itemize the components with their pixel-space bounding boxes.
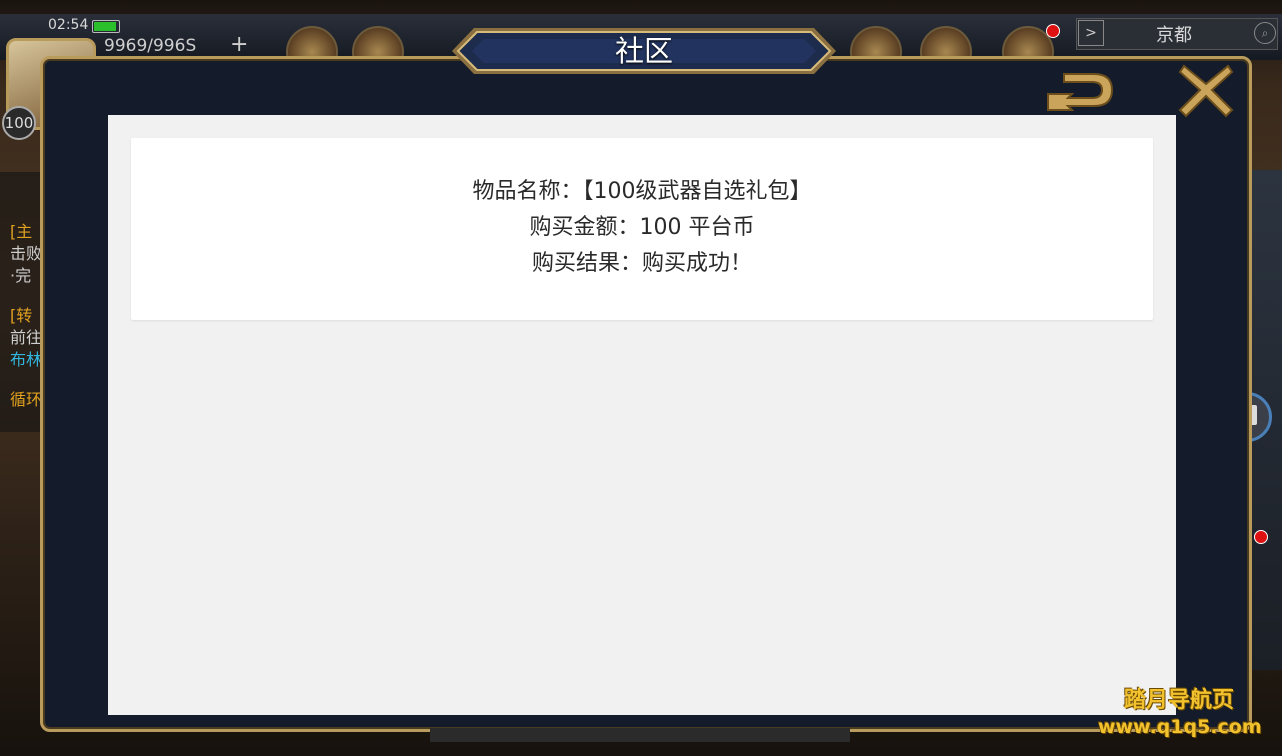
energy-counter: 9969/996S [104,36,197,56]
bottom-bar [430,728,850,742]
purchase-result-line: 购买结果：购买成功！ [531,251,752,276]
quest-line: 前往 [10,328,43,347]
quest-line: [转 [10,306,33,325]
close-icon[interactable] [1178,62,1234,118]
status-time: 02:54 [48,17,89,33]
energy-add-button[interactable]: + [230,32,248,57]
watermark-title: 踏月导航页 [1124,688,1235,713]
item-name-line: 物品名称：【100级武器自选礼包】 [472,179,812,204]
quest-line: ·完 [10,266,32,285]
quest-line: 循环 [10,390,43,409]
notification-dot [1046,24,1060,38]
location-expand-button[interactable]: > [1078,20,1104,46]
quest-line: [主 [10,222,33,241]
watermark-url: www.q1q5.com [1098,716,1262,738]
search-icon[interactable]: ⌕ [1254,22,1276,44]
modal-title: 社区 [614,34,673,68]
notification-dot [1254,530,1268,544]
location-name: 京都 [1156,25,1192,46]
quest-line: 击败 [10,244,43,263]
battery-icon [92,20,120,33]
purchase-amount-line: 购买金额：100 平台币 [529,215,755,240]
player-level-badge: 100 [2,106,36,140]
quest-line: 布林 [10,350,43,369]
back-arrow-icon[interactable] [1044,66,1122,118]
